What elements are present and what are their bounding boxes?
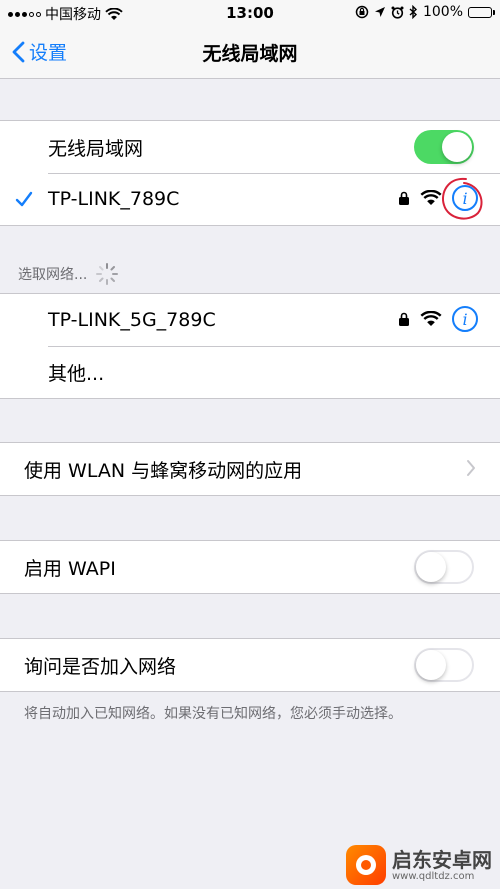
available-networks-group: TP-LINK_5G_789C i 其他... xyxy=(0,293,500,399)
bluetooth-icon xyxy=(409,5,417,19)
wapi-toggle[interactable] xyxy=(414,550,474,584)
ask-join-toggle[interactable] xyxy=(414,648,474,682)
watermark-url: www.qdltdz.com xyxy=(392,870,475,882)
lock-icon xyxy=(399,191,409,205)
chevron-right-icon xyxy=(467,460,475,476)
network-row[interactable]: TP-LINK_5G_789C i xyxy=(0,294,500,346)
wifi-strength-icon xyxy=(420,311,442,326)
watermark: 启东安卓网 www.qdltdz.com xyxy=(346,845,492,885)
orientation-lock-icon xyxy=(355,5,369,19)
spinner-icon xyxy=(96,263,119,285)
wlan-apps-group: 使用 WLAN 与蜂窝移动网的应用 xyxy=(0,442,500,496)
navigation-bar: 设置 无线局域网 xyxy=(0,26,500,79)
ask-join-label: 询问是否加入网络 xyxy=(24,655,177,678)
ask-join-group: 询问是否加入网络 xyxy=(0,638,500,692)
status-right: 100% xyxy=(355,4,495,20)
battery-icon xyxy=(468,6,495,18)
choose-network-label: 选取网络... xyxy=(18,267,88,283)
wapi-label: 启用 WAPI xyxy=(24,557,116,580)
status-bar: 中国移动 13:00 100% xyxy=(0,0,500,26)
wifi-toggle[interactable] xyxy=(414,130,474,164)
connected-network-icons: i xyxy=(398,185,478,211)
ask-join-footer: 将自动加入已知网络。如果没有已知网络，您必须手动选择。 xyxy=(24,706,402,722)
wifi-toggle-row: 无线局域网 xyxy=(0,121,500,173)
watermark-logo-icon xyxy=(346,845,386,885)
ask-join-row: 询问是否加入网络 xyxy=(0,639,500,691)
watermark-text: 启东安卓网 www.qdltdz.com xyxy=(392,849,492,882)
connected-network-row[interactable]: TP-LINK_789C i xyxy=(0,173,500,225)
info-button[interactable]: i xyxy=(452,185,478,211)
wapi-group: 启用 WAPI xyxy=(0,540,500,594)
network-name: TP-LINK_5G_789C xyxy=(48,309,216,331)
wlan-apps-row[interactable]: 使用 WLAN 与蜂窝移动网的应用 xyxy=(0,443,500,495)
other-network-label: 其他... xyxy=(48,362,105,385)
connected-network-name: TP-LINK_789C xyxy=(48,188,180,210)
watermark-title: 启东安卓网 xyxy=(392,847,492,872)
wlan-apps-label: 使用 WLAN 与蜂窝移动网的应用 xyxy=(24,459,303,482)
page-title: 无线局域网 xyxy=(202,43,298,65)
checkmark-icon xyxy=(15,191,33,207)
wifi-strength-icon xyxy=(420,190,442,205)
other-network-row[interactable]: 其他... xyxy=(0,346,500,398)
wifi-toggle-label: 无线局域网 xyxy=(48,137,144,160)
wapi-row: 启用 WAPI xyxy=(0,541,500,593)
location-icon xyxy=(374,7,385,17)
choose-network-header: 选取网络... xyxy=(18,262,119,286)
network-icons: i xyxy=(398,306,478,332)
lock-icon xyxy=(399,312,409,326)
battery-percent: 100% xyxy=(422,4,463,20)
alarm-icon xyxy=(391,6,404,19)
info-button[interactable]: i xyxy=(452,306,478,332)
wifi-group: 无线局域网 TP-LINK_789C i xyxy=(0,120,500,226)
